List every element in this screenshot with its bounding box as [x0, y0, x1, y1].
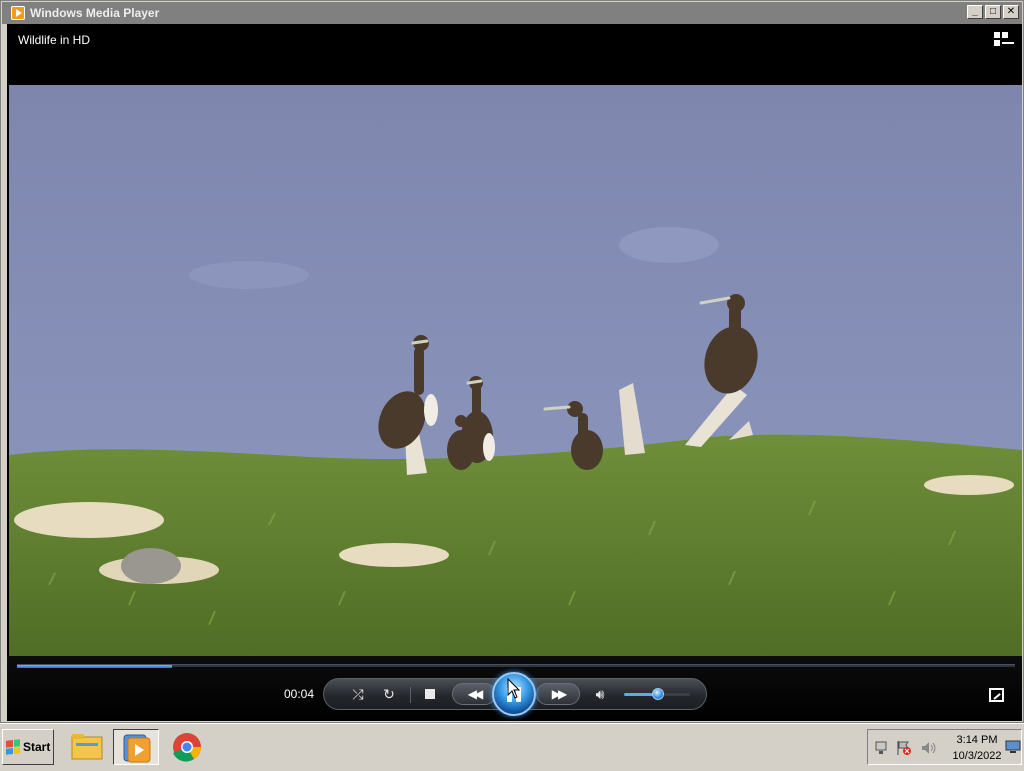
repeat-icon[interactable]: ↻	[377, 683, 401, 705]
video-frame[interactable]	[9, 85, 1022, 656]
title-bar[interactable]: Windows Media Player _ □ ✕	[2, 2, 1022, 24]
clock-date[interactable]: 10/3/2022	[948, 750, 1006, 762]
mute-button[interactable]: 🔊︎	[588, 683, 612, 705]
speaker-icon: 🔊︎	[595, 686, 605, 702]
stop-icon	[425, 689, 435, 699]
next-button[interactable]: ▶▶	[536, 683, 580, 705]
now-playing-title: Wildlife in HD	[18, 33, 91, 47]
stop-button[interactable]	[418, 683, 442, 705]
seek-bar[interactable]	[17, 664, 1015, 668]
rewind-icon: ◀◀	[467, 687, 484, 701]
file-explorer-icon[interactable]	[64, 729, 110, 765]
media-player-app-icon[interactable]	[11, 6, 25, 20]
fast-forward-icon: ▶▶	[551, 687, 568, 701]
action-center-flag-icon[interactable]	[896, 740, 912, 756]
switch-to-library-icon[interactable]	[994, 32, 1014, 48]
windows-logo-icon	[6, 739, 20, 755]
windows-media-player-icon[interactable]	[113, 729, 159, 765]
maximize-button[interactable]: □	[985, 5, 1001, 19]
minimize-button[interactable]: _	[967, 5, 983, 19]
close-button[interactable]: ✕	[1003, 5, 1019, 19]
seek-bar-progress	[17, 665, 172, 668]
now-playing-view: Wildlife in HD 00:04 ⤮ ↻ ◀◀ ▶▶ 🔊︎	[7, 24, 1022, 721]
elapsed-time: 00:04	[284, 687, 315, 701]
separator	[410, 687, 411, 703]
volume-slider-thumb[interactable]	[652, 688, 664, 700]
mouse-cursor-icon	[507, 678, 521, 699]
start-button[interactable]: Start	[2, 729, 54, 765]
shuffle-icon[interactable]: ⤮	[346, 683, 370, 705]
system-tray: 3:14 PM 10/3/2022	[867, 729, 1022, 765]
show-desktop-icon[interactable]	[1005, 740, 1021, 754]
network-icon[interactable]	[874, 740, 890, 756]
window-controls: _ □ ✕	[967, 5, 1019, 19]
previous-button[interactable]: ◀◀	[452, 683, 496, 705]
clock-time[interactable]: 3:14 PM	[952, 734, 1002, 746]
taskbar: Start 3:14 PM 10/3/2022	[0, 723, 1024, 768]
video-image	[9, 85, 1022, 656]
wmp-window: Windows Media Player _ □ ✕ Wildlife in H…	[0, 0, 1024, 723]
volume-icon[interactable]	[920, 740, 938, 756]
chrome-icon[interactable]	[164, 729, 210, 765]
fullscreen-icon[interactable]	[989, 688, 1004, 702]
start-label: Start	[23, 740, 51, 754]
window-title: Windows Media Player	[30, 6, 160, 20]
